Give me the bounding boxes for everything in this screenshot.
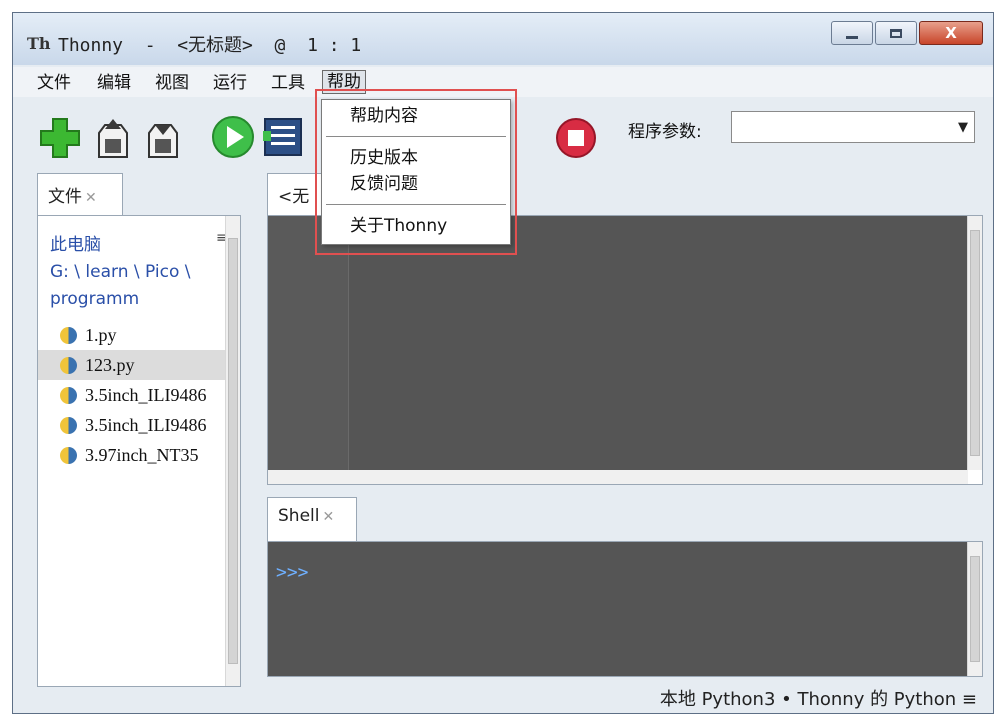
scrollbar-thumb[interactable] xyxy=(970,556,980,662)
menu-run[interactable]: 运行 xyxy=(211,72,249,94)
menu-tools[interactable]: 工具 xyxy=(269,72,307,94)
maximize-button[interactable] xyxy=(875,21,917,45)
status-bar-interpreter[interactable]: 本地 Python3 • Thonny 的 Python ≡ xyxy=(660,685,977,711)
list-item[interactable]: 123.py xyxy=(38,350,236,380)
python-file-icon xyxy=(60,356,77,374)
menu-help[interactable]: 帮助 xyxy=(322,70,366,94)
open-file-icon[interactable] xyxy=(95,117,131,159)
tab-files[interactable]: 文件 ✕ xyxy=(37,173,123,217)
menu-separator xyxy=(326,136,506,137)
menu-item-report-problem[interactable]: 反馈问题 xyxy=(350,172,418,196)
python-file-icon xyxy=(60,386,77,404)
program-args-combobox[interactable]: ▼ xyxy=(731,111,975,143)
path-segment-computer[interactable]: 此电脑 xyxy=(50,232,191,259)
file-name: 3.97inch_NT35 xyxy=(85,444,199,465)
file-list: 1.py 123.py 3.5inch_ILI9486 3.5inch_ILI9… xyxy=(38,320,236,470)
python-file-icon xyxy=(60,446,77,464)
list-item[interactable]: 3.5inch_ILI9486 xyxy=(38,410,236,440)
program-args-label: 程序参数: xyxy=(628,122,702,142)
window-controls: X xyxy=(829,21,983,45)
shell-scrollbar[interactable] xyxy=(967,542,982,676)
code-editor[interactable]: 1 xyxy=(267,215,983,485)
help-dropdown-menu: 帮助内容 历史版本 反馈问题 关于Thonny xyxy=(321,99,511,245)
new-file-icon[interactable] xyxy=(39,117,81,159)
chevron-down-icon[interactable]: ▼ xyxy=(952,112,974,142)
list-item[interactable]: 3.97inch_NT35 xyxy=(38,440,236,470)
close-icon[interactable]: ✕ xyxy=(322,509,334,525)
tab-shell[interactable]: Shell ✕ xyxy=(267,497,357,543)
thonny-logo-icon: Th xyxy=(27,34,51,53)
file-name: 3.5inch_ILI9486 xyxy=(85,384,207,405)
save-file-icon[interactable] xyxy=(145,117,181,159)
menu-item-help-contents[interactable]: 帮助内容 xyxy=(350,104,418,128)
path-segment-folders[interactable]: G: \ learn \ Pico \ xyxy=(50,259,191,286)
file-name: 123.py xyxy=(85,354,135,375)
thonny-window: Th Thonny - <无标题> @ 1 : 1 X 文件 编辑 视图 运行 … xyxy=(12,12,994,714)
menu-item-version-history[interactable]: 历史版本 xyxy=(350,146,418,170)
files-panel: 此电脑 G: \ learn \ Pico \ programm ≡ 1.py … xyxy=(37,215,241,687)
close-icon[interactable]: ✕ xyxy=(85,190,97,206)
file-name: 1.py xyxy=(85,324,117,345)
debug-icon[interactable] xyxy=(261,115,305,159)
line-number-gutter: 1 xyxy=(268,216,349,470)
close-button[interactable]: X xyxy=(919,21,983,45)
run-icon[interactable] xyxy=(211,115,255,159)
scrollbar-thumb[interactable] xyxy=(228,238,238,664)
list-item[interactable]: 3.5inch_ILI9486 xyxy=(38,380,236,410)
python-file-icon xyxy=(60,416,77,434)
window-title: Thonny - <无标题> @ 1 : 1 xyxy=(58,35,362,56)
tab-shell-label: Shell xyxy=(278,506,320,526)
tab-editor-label: <无 xyxy=(278,187,310,207)
editor-text-area[interactable]: 1 xyxy=(268,216,968,470)
tab-files-label: 文件 xyxy=(48,187,82,207)
menu-item-about-thonny[interactable]: 关于Thonny xyxy=(350,214,447,238)
python-file-icon xyxy=(60,326,77,344)
list-item[interactable]: 1.py xyxy=(38,320,236,350)
stop-icon[interactable] xyxy=(555,117,597,159)
shell-console[interactable]: >>> xyxy=(268,542,968,676)
shell-panel[interactable]: >>> xyxy=(267,541,983,677)
breadcrumb: 此电脑 G: \ learn \ Pico \ programm xyxy=(50,232,191,313)
menu-separator xyxy=(326,204,506,205)
menu-view[interactable]: 视图 xyxy=(153,72,191,94)
minimize-button[interactable] xyxy=(831,21,873,45)
menu-edit[interactable]: 编辑 xyxy=(95,72,133,94)
menu-file[interactable]: 文件 xyxy=(35,72,73,94)
scrollbar-thumb[interactable] xyxy=(970,230,980,456)
minimize-icon xyxy=(846,35,858,39)
files-scrollbar[interactable] xyxy=(225,216,240,686)
path-segment-folder[interactable]: programm xyxy=(50,286,191,313)
file-name: 3.5inch_ILI9486 xyxy=(85,414,207,435)
menu-bar: 文件 编辑 视图 运行 工具 帮助 xyxy=(13,67,993,97)
close-icon: X xyxy=(945,24,957,42)
maximize-icon xyxy=(890,28,902,38)
editor-horizontal-scrollbar[interactable] xyxy=(268,470,968,484)
editor-vertical-scrollbar[interactable] xyxy=(967,216,982,470)
shell-prompt: >>> xyxy=(276,562,309,583)
title-bar[interactable]: Th Thonny - <无标题> @ 1 : 1 X xyxy=(13,13,993,65)
